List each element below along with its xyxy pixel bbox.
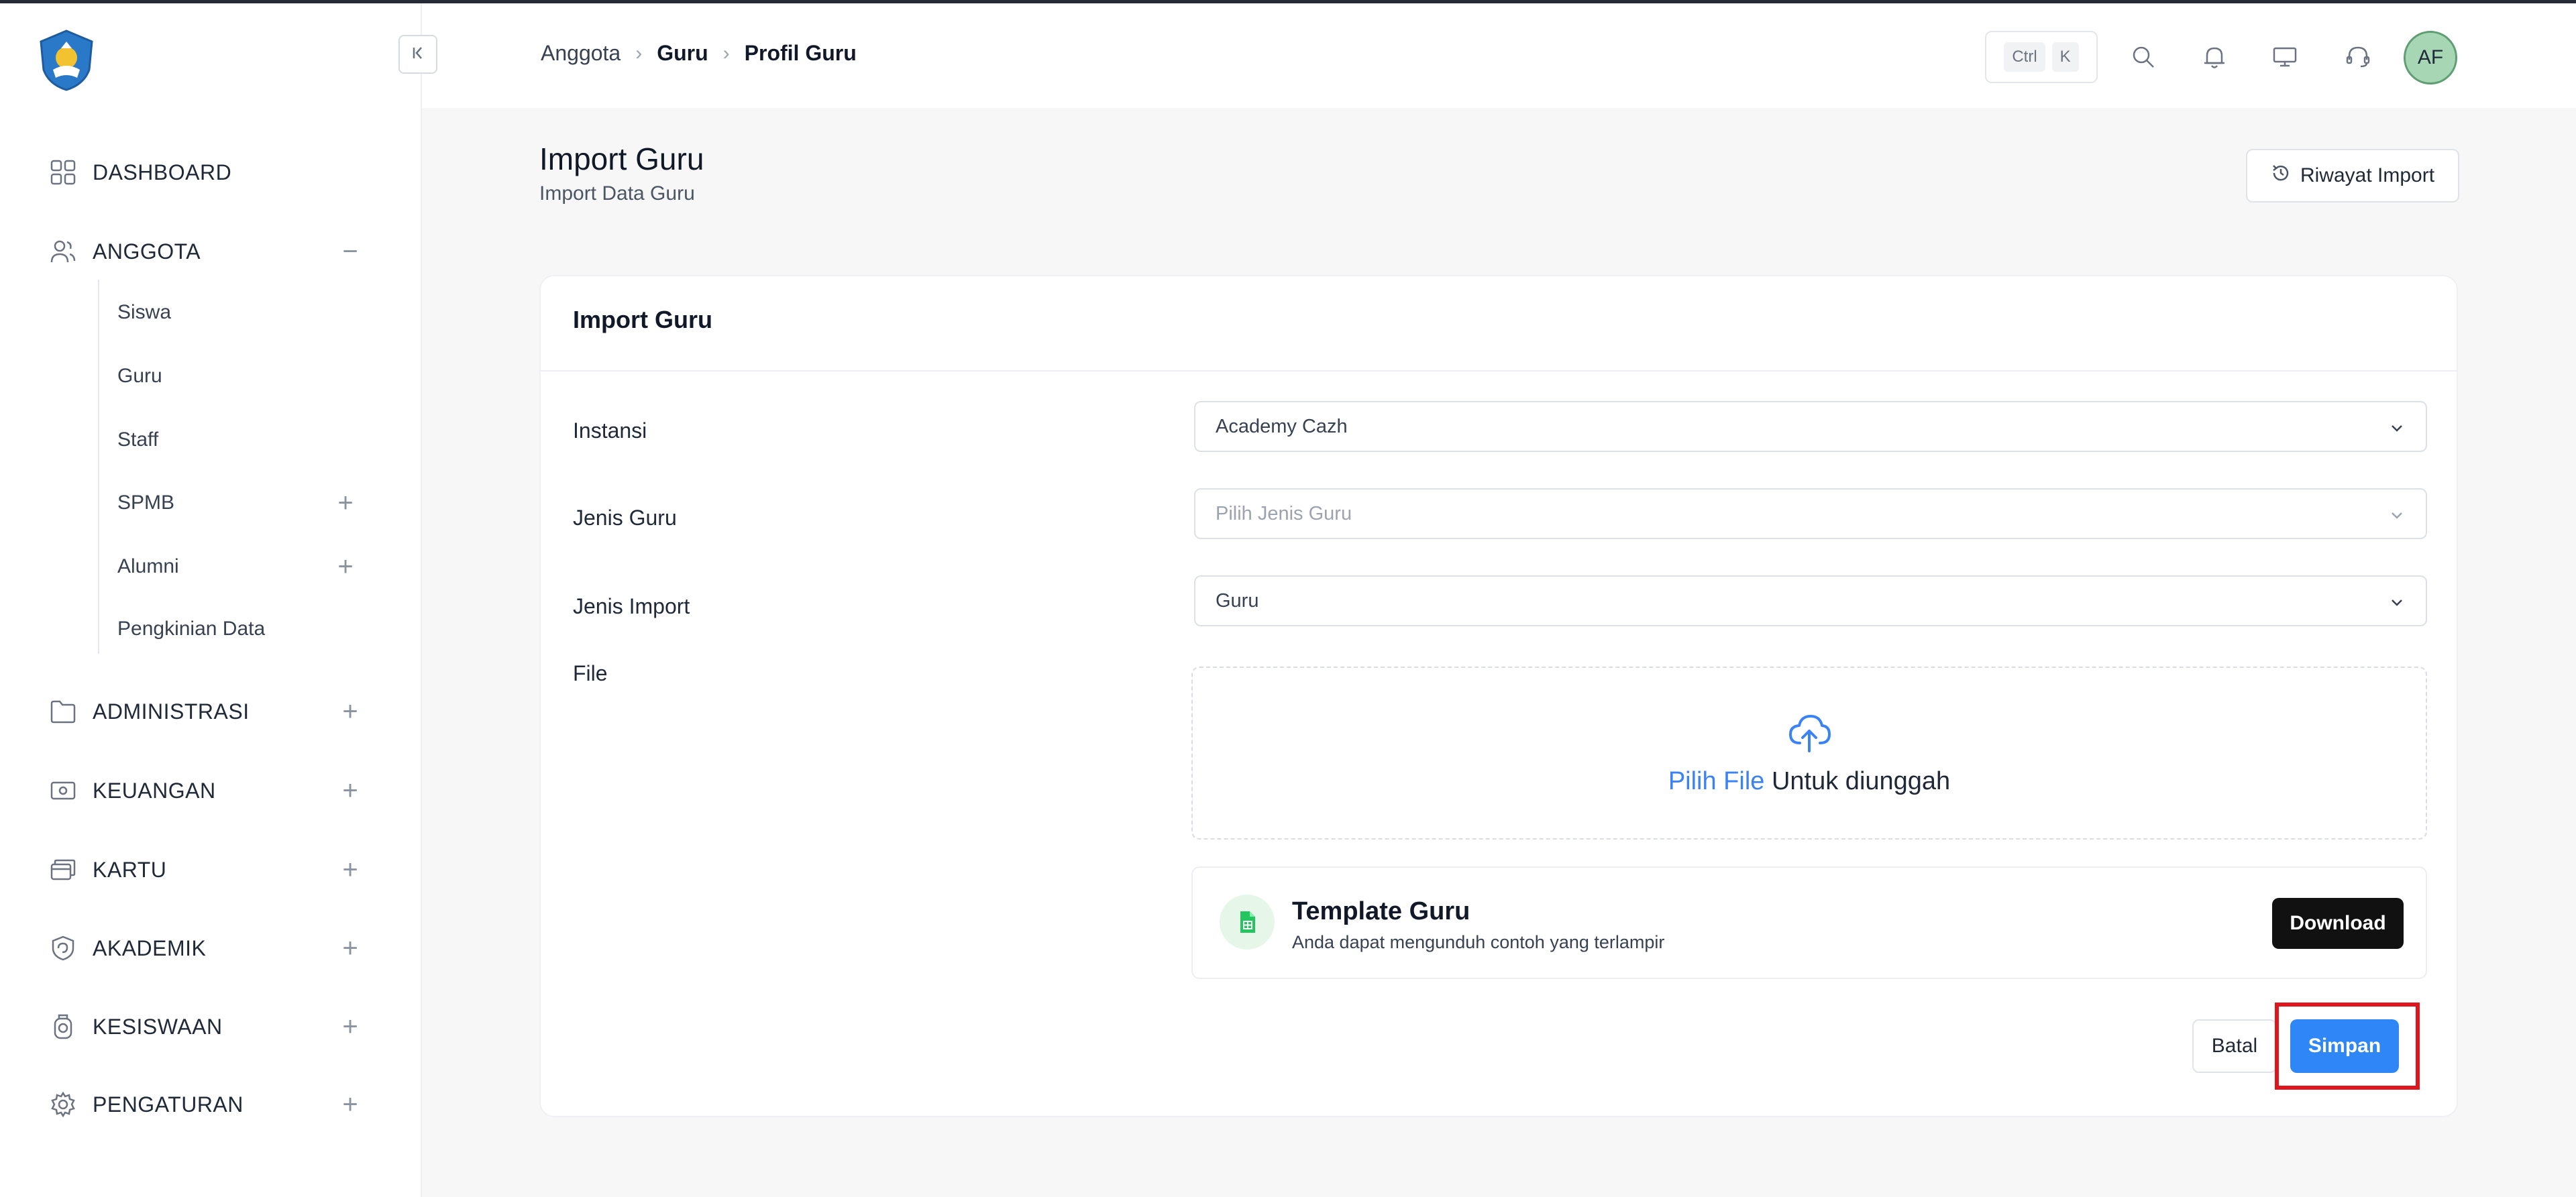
import-history-label: Riwayat Import — [2300, 164, 2435, 186]
card-title: Import Guru — [573, 306, 712, 333]
headset-icon[interactable] — [2342, 41, 2374, 73]
upload-instruction: Pilih File Untuk diunggah — [1193, 767, 2426, 796]
card-divider — [541, 370, 2457, 372]
jenis-guru-label: Jenis Guru — [573, 506, 677, 530]
chevron-right-icon: › — [635, 42, 643, 64]
template-description: Anda dapat mengunduh contoh yang terlamp… — [1292, 932, 1665, 952]
breadcrumb: Anggota › Guru › Profil Guru — [541, 41, 857, 66]
breadcrumb-item-guru[interactable]: Guru — [657, 41, 708, 66]
template-download-box: Template Guru Anda dapat mengunduh conto… — [1191, 866, 2427, 979]
instansi-select[interactable]: Academy Cazh — [1194, 401, 2427, 452]
student-icon — [48, 1012, 78, 1041]
sidebar-item-kartu[interactable]: KARTU + — [48, 846, 364, 893]
sidebar-subitem-spmb[interactable]: SPMB + — [117, 483, 359, 523]
upload-text-rest: Untuk diunggah — [1764, 767, 1951, 795]
breadcrumb-item-anggota[interactable]: Anggota — [541, 41, 621, 66]
sidebar-item-pengaturan[interactable]: PENGATURAN + — [48, 1081, 364, 1128]
page-title: Import Guru — [539, 141, 704, 176]
history-icon — [2271, 163, 2291, 188]
folder-icon — [48, 697, 78, 726]
sidebar-subitem-label: SPMB — [117, 492, 175, 514]
file-label: File — [573, 661, 608, 685]
kbd-ctrl: Ctrl — [2004, 42, 2045, 72]
save-button[interactable]: Simpan — [2290, 1019, 2399, 1073]
import-history-button[interactable]: Riwayat Import — [2246, 149, 2459, 203]
sidebar-item-label: KEUANGAN — [93, 778, 216, 803]
sidebar-item-label: PENGATURAN — [93, 1092, 244, 1117]
sidebar-item-akademik[interactable]: AKADEMIK + — [48, 925, 364, 972]
kbd-k: K — [2051, 42, 2079, 72]
sidebar-item-label: ADMINISTRASI — [93, 699, 250, 724]
gear-icon — [48, 1090, 78, 1119]
expand-icon[interactable]: + — [337, 767, 364, 814]
instansi-value: Academy Cazh — [1216, 415, 1348, 437]
jenis-import-label: Jenis Import — [573, 594, 690, 618]
cancel-button[interactable]: Batal — [2192, 1019, 2277, 1073]
sidebar-subitem-alumni[interactable]: Alumni + — [117, 547, 359, 587]
command-palette-shortcut[interactable]: Ctrl K — [1985, 31, 2098, 83]
collapse-icon[interactable]: − — [337, 228, 364, 275]
sidebar-subitem-pengkinian-data[interactable]: Pengkinian Data — [117, 609, 359, 649]
expand-icon[interactable]: + — [332, 547, 359, 587]
anggota-submenu — [98, 280, 368, 654]
sidebar-subitem-siswa[interactable]: Siswa — [117, 292, 359, 333]
sidebar-item-label: KESISWAAN — [93, 1014, 223, 1039]
sidebar-item-label: KARTU — [93, 857, 167, 882]
page-subtitle: Import Data Guru — [539, 182, 695, 205]
template-title: Template Guru — [1292, 897, 1470, 925]
sidebar-item-administrasi[interactable]: ADMINISTRASI + — [48, 688, 364, 735]
bell-icon[interactable] — [2198, 41, 2231, 73]
cloud-upload-icon — [1785, 709, 1833, 758]
import-form-card: Import Guru Instansi Academy Cazh Jenis … — [539, 275, 2458, 1117]
sidebar-subitem-label: Pengkinian Data — [117, 618, 266, 640]
sidebar-subitem-guru[interactable]: Guru — [117, 356, 359, 396]
cards-icon — [48, 855, 78, 885]
breadcrumb-item-current: Profil Guru — [744, 41, 857, 65]
sidebar-subitem-label: Siswa — [117, 301, 172, 323]
expand-icon[interactable]: + — [337, 1003, 364, 1050]
sidebar-item-kesiswaan[interactable]: KESISWAAN + — [48, 1003, 364, 1050]
sidebar-item-anggota[interactable]: ANGGOTA − — [48, 228, 364, 275]
search-icon[interactable] — [2127, 41, 2159, 73]
collapse-left-icon — [409, 44, 427, 66]
monitor-icon[interactable] — [2269, 41, 2301, 73]
users-icon — [48, 237, 78, 266]
sidebar: DASHBOARD ANGGOTA − Siswa Guru Staff SPM… — [0, 3, 422, 1197]
dashboard-icon — [48, 158, 78, 187]
instansi-label: Instansi — [573, 418, 647, 443]
jenis-guru-select[interactable]: Pilih Jenis Guru — [1194, 488, 2427, 539]
file-dropzone[interactable]: Pilih File Untuk diunggah — [1191, 667, 2427, 840]
chevron-right-icon: › — [722, 42, 730, 64]
expand-icon[interactable]: + — [337, 1081, 364, 1128]
expand-icon[interactable]: + — [337, 846, 364, 893]
jenis-import-select[interactable]: Guru — [1194, 575, 2427, 626]
app-logo[interactable] — [34, 28, 99, 93]
chevron-down-icon — [2387, 592, 2407, 612]
sidebar-subitem-label: Guru — [117, 365, 162, 387]
money-icon — [48, 776, 78, 805]
chevron-down-icon — [2387, 418, 2407, 438]
sidebar-subitem-staff[interactable]: Staff — [117, 420, 359, 460]
sidebar-item-label: DASHBOARD — [93, 160, 232, 184]
top-header: Anggota › Guru › Profil Guru Ctrl K AF — [422, 3, 2576, 108]
sidebar-item-label: ANGGOTA — [93, 239, 201, 264]
avatar[interactable]: AF — [2404, 31, 2457, 84]
sidebar-item-label: AKADEMIK — [93, 935, 207, 960]
expand-icon[interactable]: + — [337, 925, 364, 972]
sidebar-item-keuangan[interactable]: KEUANGAN + — [48, 767, 364, 814]
sidebar-item-dashboard[interactable]: DASHBOARD — [48, 149, 364, 196]
spreadsheet-file-icon — [1220, 895, 1275, 950]
academic-icon — [48, 933, 78, 963]
download-template-button[interactable]: Download — [2272, 898, 2404, 949]
chevron-down-icon — [2387, 505, 2407, 525]
sidebar-subitem-label: Staff — [117, 429, 159, 451]
sidebar-subitem-label: Alumni — [117, 555, 179, 577]
choose-file-link[interactable]: Pilih File — [1668, 767, 1765, 795]
jenis-guru-placeholder: Pilih Jenis Guru — [1216, 502, 1352, 524]
expand-icon[interactable]: + — [337, 688, 364, 735]
sidebar-collapse-button[interactable] — [398, 35, 437, 74]
expand-icon[interactable]: + — [332, 483, 359, 523]
jenis-import-value: Guru — [1216, 589, 1259, 612]
